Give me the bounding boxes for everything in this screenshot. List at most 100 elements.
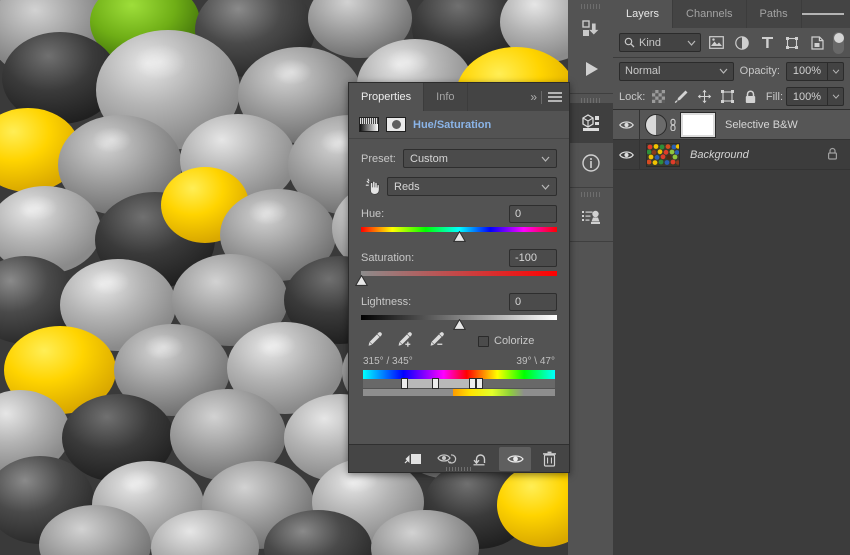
lightness-slider-thumb[interactable] (453, 319, 466, 330)
range-handle-outer-right[interactable] (476, 378, 483, 389)
type-filter-icon[interactable] (757, 33, 777, 53)
channel-row: Reds (361, 177, 557, 196)
saturation-slider-thumb[interactable] (355, 275, 368, 286)
properties-icon[interactable] (568, 103, 613, 143)
adjustment-filter-icon[interactable] (732, 33, 752, 53)
chevron-down-icon (719, 68, 728, 74)
clone-source-icon[interactable] (568, 197, 613, 237)
layer-visibility-toggle[interactable] (613, 140, 640, 170)
channel-select[interactable]: Reds (387, 177, 557, 196)
delete-layer-button[interactable] (533, 447, 565, 471)
background-layer-thumbnail[interactable] (646, 143, 680, 167)
tab-paths[interactable]: Paths (747, 0, 802, 28)
collapse-panel-icon[interactable]: » (530, 90, 535, 104)
opacity-stepper[interactable] (828, 62, 844, 81)
range-left-degrees: 315° / 345° (363, 356, 413, 367)
saturation-slider-track[interactable] (361, 271, 557, 277)
layers-panel: Layers Channels Paths Kind (613, 0, 850, 555)
divider (541, 91, 542, 104)
mask-thumbnail-icon[interactable] (386, 117, 406, 132)
tab-layers[interactable]: Layers (613, 0, 673, 28)
saturation-slider-header: Saturation: -100 (361, 249, 557, 267)
filter-kind-label: Kind (639, 37, 661, 49)
smartobject-filter-icon[interactable] (808, 33, 828, 53)
range-handle-outer-left[interactable] (401, 378, 408, 389)
layer-name: Background (690, 149, 749, 161)
colorize-label: Colorize (494, 335, 534, 347)
tab-channels[interactable]: Channels (673, 0, 746, 28)
fill-input[interactable]: 100% (786, 87, 828, 106)
hue-label: Hue: (361, 208, 384, 220)
panel-menu-icon[interactable] (548, 90, 562, 104)
layer-mask-thumbnail[interactable] (681, 113, 715, 137)
eyedropper-add-icon[interactable] (396, 331, 415, 351)
hue-slider-track[interactable] (361, 227, 557, 233)
layer-visibility-toggle[interactable] (613, 110, 640, 140)
link-mask-icon[interactable] (667, 118, 679, 131)
lock-image-icon[interactable] (671, 87, 691, 107)
fill-label: Fill: (766, 91, 783, 103)
properties-panel: Properties Info » Hue/Saturation Preset:… (348, 82, 570, 473)
hue-reference-strip (363, 370, 555, 379)
tab-properties[interactable]: Properties (349, 83, 424, 111)
blend-mode-select[interactable]: Normal (619, 62, 734, 81)
range-right-degrees: 39° \ 47° (516, 356, 555, 367)
adjustment-gradient-icon[interactable] (359, 117, 379, 132)
hue-slider-thumb[interactable] (453, 231, 466, 242)
opacity-label: Opacity: (740, 65, 780, 77)
eye-icon (619, 150, 634, 160)
hue-input[interactable]: 0 (509, 205, 557, 223)
lock-position-icon[interactable] (694, 87, 714, 107)
play-icon[interactable] (568, 49, 613, 89)
history-icon[interactable] (568, 9, 613, 49)
rail-grip-2[interactable] (568, 94, 613, 103)
lightness-label: Lightness: (361, 296, 411, 308)
range-handle-inner-left[interactable] (432, 378, 439, 389)
tab-info[interactable]: Info (424, 83, 467, 111)
layer-name: Selective B&W (725, 119, 798, 131)
table-row[interactable]: Selective B&W (613, 110, 850, 140)
image-filter-icon[interactable] (706, 33, 726, 53)
panel-resize-grip[interactable] (446, 467, 472, 471)
preset-row: Preset: Custom (361, 149, 557, 168)
chevron-down-icon (541, 184, 550, 190)
range-result-gradient (453, 389, 524, 396)
rail-group-clone (568, 188, 613, 242)
blend-mode-row: Normal Opacity: 100% (613, 58, 850, 84)
table-row[interactable]: Background (613, 140, 850, 170)
saturation-slider-group: Saturation: -100 (361, 249, 557, 277)
lock-transparency-icon[interactable] (648, 87, 668, 107)
colorize-checkbox[interactable]: Colorize (478, 335, 534, 347)
range-control-strip[interactable] (363, 379, 555, 388)
preset-select[interactable]: Custom (403, 149, 557, 168)
page-title: Hue/Saturation (413, 119, 491, 131)
lock-all-icon[interactable] (740, 87, 760, 107)
eyedropper-subtract-icon[interactable] (428, 331, 447, 351)
lightness-input[interactable]: 0 (509, 293, 557, 311)
hand-target-icon[interactable] (361, 178, 387, 196)
adjustment-title-bar: Hue/Saturation (349, 111, 569, 139)
color-range-bars (363, 370, 555, 396)
shape-filter-icon[interactable] (782, 33, 802, 53)
blend-mode-value: Normal (625, 65, 660, 77)
saturation-input[interactable]: -100 (509, 249, 557, 267)
toggle-visibility-button[interactable] (499, 447, 531, 471)
lightness-slider-track[interactable] (361, 315, 557, 321)
rail-grip-3[interactable] (568, 188, 613, 197)
lock-row: Lock: (613, 84, 850, 110)
photoshop-window: Layers Channels Paths Kind (0, 0, 850, 555)
info-icon[interactable] (568, 143, 613, 183)
rail-grip[interactable] (568, 0, 613, 9)
range-handle-inner-right[interactable] (469, 378, 476, 389)
eyedropper-icon[interactable] (366, 331, 383, 351)
fill-stepper[interactable] (828, 87, 844, 106)
lock-artboard-icon[interactable] (717, 87, 737, 107)
clip-to-layer-button[interactable] (397, 447, 429, 471)
saturation-gradient-bar (361, 271, 557, 276)
filter-enable-toggle[interactable] (833, 32, 844, 54)
adjustment-layer-thumbnail[interactable] (645, 114, 667, 136)
opacity-input[interactable]: 100% (786, 62, 828, 81)
range-degrees-row: 315° / 345° 39° \ 47° (363, 356, 555, 367)
panel-menu-icon[interactable] (802, 0, 844, 28)
filter-kind-select[interactable]: Kind (619, 33, 701, 52)
